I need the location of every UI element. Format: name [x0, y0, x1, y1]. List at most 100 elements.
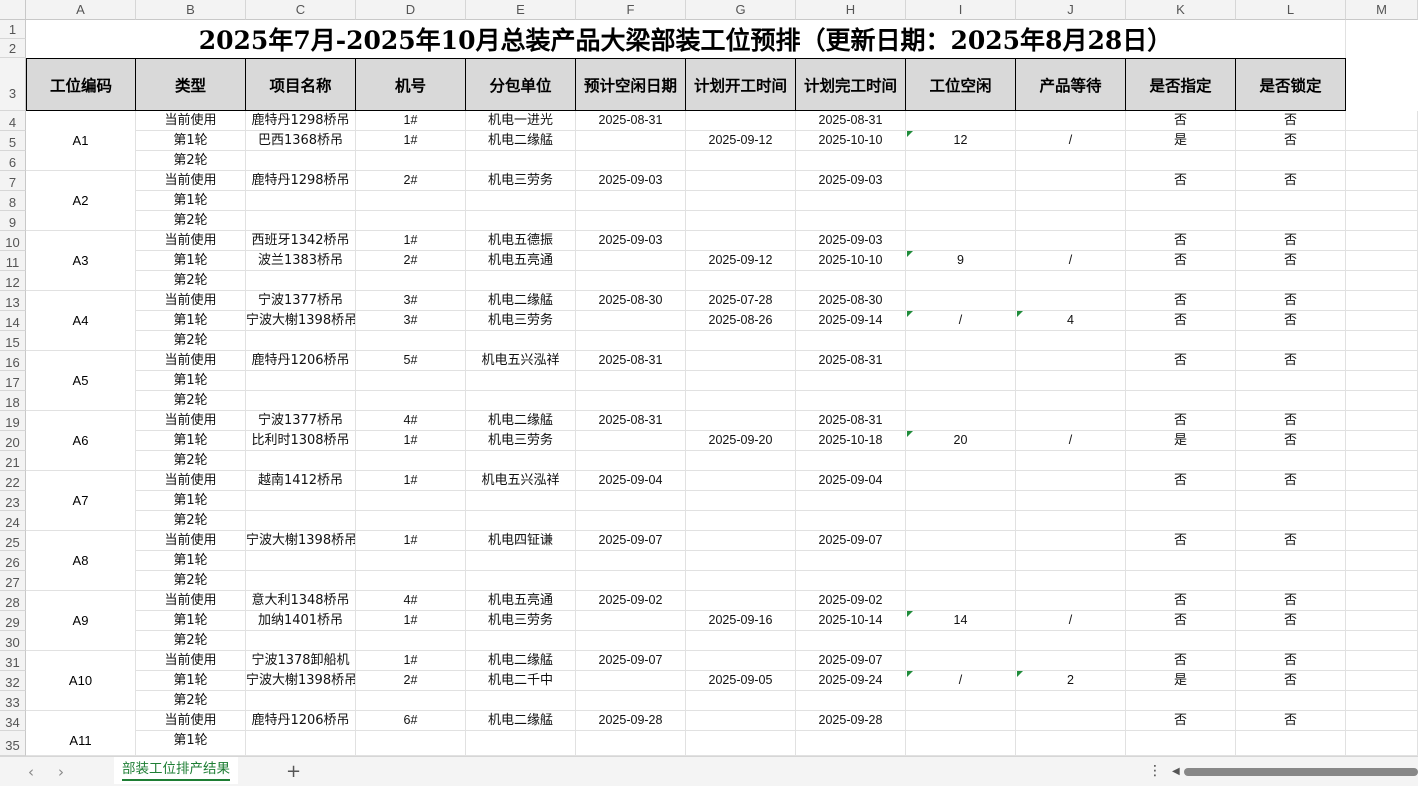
cell-C35[interactable]	[246, 731, 356, 756]
more-options-icon[interactable]: ⋮	[1148, 763, 1162, 779]
cell-H23[interactable]	[796, 491, 906, 511]
cell-I32[interactable]: /	[906, 671, 1016, 691]
cell-L19[interactable]: 否	[1236, 411, 1346, 431]
cell-G15[interactable]	[686, 331, 796, 351]
cell-E33[interactable]	[466, 691, 576, 711]
cell-J6[interactable]	[1016, 151, 1126, 171]
cell-L22[interactable]: 否	[1236, 471, 1346, 491]
column-header-F[interactable]: F	[576, 0, 686, 20]
cell-E6[interactable]	[466, 151, 576, 171]
cell-G25[interactable]	[686, 531, 796, 551]
cell-J24[interactable]	[1016, 511, 1126, 531]
cell-E32[interactable]: 机电二千中	[466, 671, 576, 691]
cell-E7[interactable]: 机电三劳务	[466, 171, 576, 191]
cell-D7[interactable]: 2#	[356, 171, 466, 191]
cell-F9[interactable]	[576, 211, 686, 231]
cell-H11[interactable]: 2025-10-10	[796, 251, 906, 271]
cell-B24[interactable]: 第2轮	[136, 511, 246, 531]
cell-J32[interactable]: 2	[1016, 671, 1126, 691]
station-A2[interactable]: A2	[26, 171, 136, 231]
column-header-M[interactable]: M	[1346, 0, 1418, 20]
cell-E34[interactable]: 机电二缘艋	[466, 711, 576, 731]
cell-F22[interactable]: 2025-09-04	[576, 471, 686, 491]
cell-I25[interactable]	[906, 531, 1016, 551]
cell-L4[interactable]: 否	[1236, 111, 1346, 131]
cell-G33[interactable]	[686, 691, 796, 711]
cell-C18[interactable]	[246, 391, 356, 411]
cell-D19[interactable]: 4#	[356, 411, 466, 431]
header-12[interactable]: 是否锁定	[1236, 58, 1346, 111]
cell-F11[interactable]	[576, 251, 686, 271]
cell-J10[interactable]	[1016, 231, 1126, 251]
cell-H26[interactable]	[796, 551, 906, 571]
sheet-title[interactable]: 2025年7月-2025年10月总装产品大梁部装工位预排（更新日期：2025年8…	[26, 20, 1346, 58]
cell-E9[interactable]	[466, 211, 576, 231]
row-header-23[interactable]: 23	[0, 491, 26, 511]
cell-G17[interactable]	[686, 371, 796, 391]
cell-M35[interactable]	[1346, 731, 1418, 756]
cell-L18[interactable]	[1236, 391, 1346, 411]
column-header-L[interactable]: L	[1236, 0, 1346, 20]
cell-C19[interactable]: 宁波1377桥吊	[246, 411, 356, 431]
cell-B22[interactable]: 当前使用	[136, 471, 246, 491]
cell-L29[interactable]: 否	[1236, 611, 1346, 631]
cell-M13[interactable]	[1346, 291, 1418, 311]
cell-H9[interactable]	[796, 211, 906, 231]
cell-K11[interactable]: 否	[1126, 251, 1236, 271]
row-header-4[interactable]: 4	[0, 111, 26, 131]
cell-C27[interactable]	[246, 571, 356, 591]
cell-F5[interactable]	[576, 131, 686, 151]
cell-C22[interactable]: 越南1412桥吊	[246, 471, 356, 491]
cell-D33[interactable]	[356, 691, 466, 711]
cell-E23[interactable]	[466, 491, 576, 511]
cell-I30[interactable]	[906, 631, 1016, 651]
cell-J7[interactable]	[1016, 171, 1126, 191]
cell-F28[interactable]: 2025-09-02	[576, 591, 686, 611]
cell-K28[interactable]: 否	[1126, 591, 1236, 611]
cell-J20[interactable]: /	[1016, 431, 1126, 451]
cell-J18[interactable]	[1016, 391, 1126, 411]
cell-H29[interactable]: 2025-10-14	[796, 611, 906, 631]
cell-C13[interactable]: 宁波1377桥吊	[246, 291, 356, 311]
cell-B6[interactable]: 第2轮	[136, 151, 246, 171]
cell-B11[interactable]: 第1轮	[136, 251, 246, 271]
cell-L33[interactable]	[1236, 691, 1346, 711]
cell-D26[interactable]	[356, 551, 466, 571]
cell-D27[interactable]	[356, 571, 466, 591]
cell-B16[interactable]: 当前使用	[136, 351, 246, 371]
row-header-25[interactable]: 25	[0, 531, 26, 551]
cell-H14[interactable]: 2025-09-14	[796, 311, 906, 331]
cell-H19[interactable]: 2025-08-31	[796, 411, 906, 431]
cell-D25[interactable]: 1#	[356, 531, 466, 551]
cell-J28[interactable]	[1016, 591, 1126, 611]
cell-H20[interactable]: 2025-10-18	[796, 431, 906, 451]
cell-I5[interactable]: 12	[906, 131, 1016, 151]
cell-J34[interactable]	[1016, 711, 1126, 731]
cell-C9[interactable]	[246, 211, 356, 231]
row-header-27[interactable]: 27	[0, 571, 26, 591]
cell-M10[interactable]	[1346, 231, 1418, 251]
station-A10[interactable]: A10	[26, 651, 136, 711]
cell-H8[interactable]	[796, 191, 906, 211]
cell-D20[interactable]: 1#	[356, 431, 466, 451]
cell-B30[interactable]: 第2轮	[136, 631, 246, 651]
cell-J11[interactable]: /	[1016, 251, 1126, 271]
cell-K34[interactable]: 否	[1126, 711, 1236, 731]
header-11[interactable]: 是否指定	[1126, 58, 1236, 111]
cell-I23[interactable]	[906, 491, 1016, 511]
cell-D24[interactable]	[356, 511, 466, 531]
cell-B18[interactable]: 第2轮	[136, 391, 246, 411]
cell-J17[interactable]	[1016, 371, 1126, 391]
cell-J8[interactable]	[1016, 191, 1126, 211]
cell-K33[interactable]	[1126, 691, 1236, 711]
cell-I14[interactable]: /	[906, 311, 1016, 331]
cell-M28[interactable]	[1346, 591, 1418, 611]
cell-C8[interactable]	[246, 191, 356, 211]
cell-E14[interactable]: 机电三劳务	[466, 311, 576, 331]
cell-K7[interactable]: 否	[1126, 171, 1236, 191]
cell-E11[interactable]: 机电五亮通	[466, 251, 576, 271]
cell-K6[interactable]	[1126, 151, 1236, 171]
cell-M22[interactable]	[1346, 471, 1418, 491]
header-8[interactable]: 计划完工时间	[796, 58, 906, 111]
cell-B33[interactable]: 第2轮	[136, 691, 246, 711]
